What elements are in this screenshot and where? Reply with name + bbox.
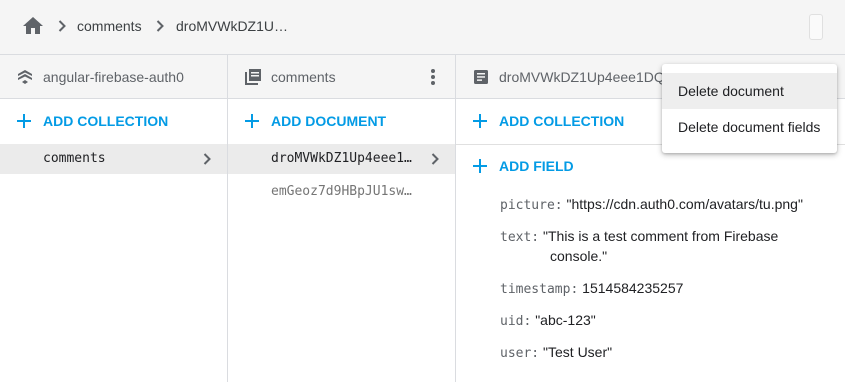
field-value: "Test User" [543, 344, 613, 360]
document-id: droMVWkDZ1Up4eee1… [271, 151, 412, 166]
document-list-item[interactable]: emGeoz7d9HBpJU1sw… [228, 177, 455, 207]
field-row-text[interactable]: text: "This is a test comment from Fireb… [500, 228, 830, 264]
field-key: timestamp: [500, 282, 579, 297]
add-document-label: ADD DOCUMENT [271, 113, 387, 129]
plus-icon [244, 113, 260, 129]
add-collection-label: ADD COLLECTION [43, 113, 169, 129]
field-value: "This is a test comment from Firebase [543, 228, 779, 244]
field-key: text: [500, 230, 540, 245]
document-context-menu: Delete document Delete document fields [662, 64, 837, 153]
root-panel: angular-firebase-auth0 ADD COLLECTION co… [0, 55, 228, 382]
breadcrumb-item-collection[interactable]: comments [77, 18, 142, 34]
field-key: uid: [500, 314, 532, 329]
plus-icon [472, 158, 488, 174]
collection-icon [244, 68, 262, 86]
document-icon [472, 68, 490, 86]
document-id: emGeoz7d9HBpJU1sw… [271, 184, 412, 199]
plus-icon [16, 113, 32, 129]
chevron-right-icon [427, 151, 443, 167]
field-row-timestamp[interactable]: timestamp: 1514584235257 [500, 280, 683, 297]
delete-document-fields-menu-item[interactable]: Delete document fields [662, 109, 837, 145]
more-vert-icon[interactable] [423, 67, 443, 87]
field-row-picture[interactable]: picture: "https://cdn.auth0.com/avatars/… [500, 196, 803, 213]
add-collection-label: ADD COLLECTION [499, 113, 625, 129]
field-value: 1514584235257 [582, 280, 684, 296]
chevron-right-icon [152, 18, 168, 34]
field-row-uid[interactable]: uid: "abc-123" [500, 312, 596, 329]
delete-document-menu-item[interactable]: Delete document [662, 73, 837, 109]
field-key: picture: [500, 198, 563, 213]
plus-icon [472, 113, 488, 129]
root-panel-header: angular-firebase-auth0 [0, 55, 227, 99]
breadcrumb-item-document[interactable]: droMVWkDZ1U… [176, 18, 288, 34]
home-icon[interactable] [21, 14, 45, 38]
add-field-label: ADD FIELD [499, 158, 574, 174]
chevron-right-icon [54, 18, 70, 34]
panel-title: droMVWkDZ1Up4eee1DQ… [499, 69, 669, 85]
collection-list-item[interactable]: comments [0, 144, 227, 174]
field-key: user: [500, 346, 540, 361]
firestore-icon [16, 68, 34, 86]
breadcrumb: comments droMVWkDZ1U… [0, 0, 845, 55]
collection-name: comments [43, 151, 106, 166]
field-row-user[interactable]: user: "Test User" [500, 344, 612, 361]
collection-panel-header: comments [228, 55, 455, 99]
collection-panel: comments ADD DOCUMENT droMVWkDZ1Up4eee1…… [228, 55, 456, 382]
field-value: "abc-123" [535, 312, 596, 328]
field-value: "https://cdn.auth0.com/avatars/tu.png" [566, 196, 803, 212]
panel-title: angular-firebase-auth0 [43, 69, 184, 85]
panel-title: comments [271, 69, 336, 85]
top-right-control[interactable] [809, 14, 823, 40]
chevron-right-icon [199, 151, 215, 167]
field-value-continued: console." [550, 248, 608, 264]
document-list-item[interactable]: droMVWkDZ1Up4eee1… [228, 144, 455, 174]
